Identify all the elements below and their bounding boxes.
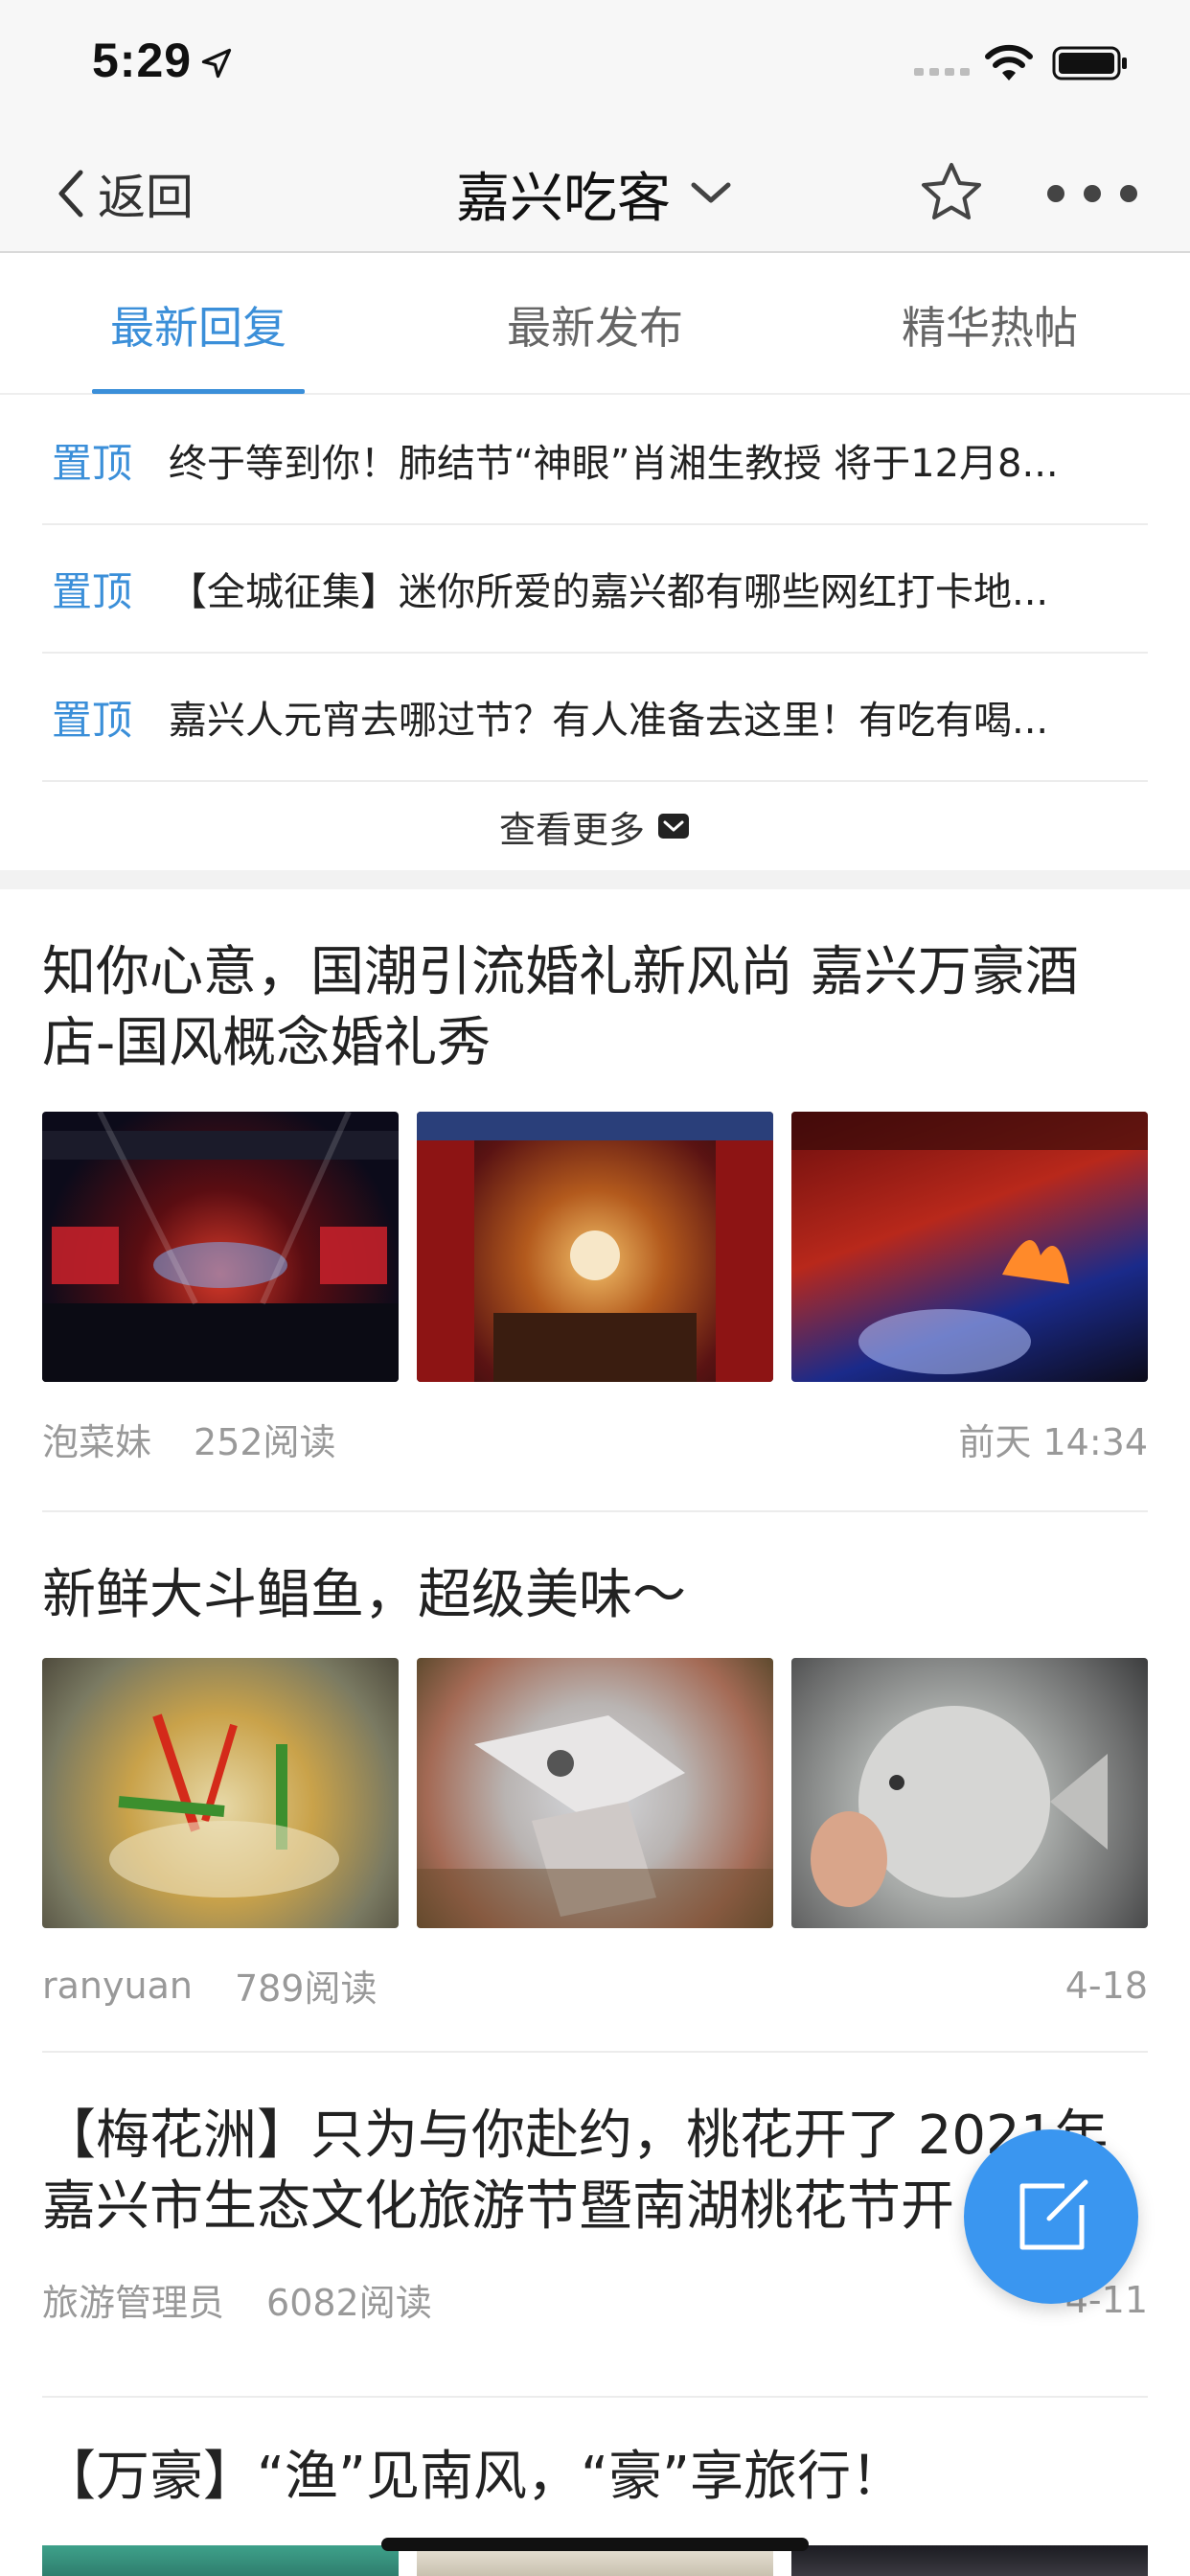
nav-bar: 返回 嘉兴吃客: [0, 134, 1190, 253]
post-divider: [42, 2396, 1148, 2398]
forum-title-dropdown[interactable]: 嘉兴吃客: [0, 155, 1190, 232]
post-divider: [42, 1510, 1148, 1512]
status-time: 5:29: [92, 34, 193, 87]
post-title: 知你心意，国潮引流婚礼新风尚 嘉兴万豪酒店-国风概念婚礼秀: [42, 941, 1079, 1074]
tab-latest-post[interactable]: 最新发布: [435, 255, 755, 395]
post-image[interactable]: [791, 1658, 1148, 1928]
tab-bar: 最新回复 最新发布 精华热帖: [0, 255, 1190, 395]
status-bar: 5:29: [0, 0, 1190, 134]
post-title: 新鲜大斗鲳鱼，超级美味～: [42, 1564, 686, 1626]
post-image[interactable]: [42, 2545, 399, 2576]
post-images: [42, 1658, 1148, 1928]
see-more-button[interactable]: 查看更多: [0, 782, 1190, 870]
post-date: 前天 14:34: [958, 1421, 1148, 1463]
post-image[interactable]: [791, 2545, 1148, 2576]
compose-icon: [1019, 2179, 1088, 2250]
mail-icon: [658, 814, 689, 839]
compose-button[interactable]: [964, 2129, 1138, 2304]
location-arrow-icon: [201, 48, 232, 79]
post-card[interactable]: 【万豪】“渔”见南风，“豪”享旅行！: [42, 2442, 1148, 2513]
active-tab-indicator: [92, 389, 305, 394]
tab-featured[interactable]: 精华热帖: [830, 255, 1150, 395]
post-reads: 252阅读: [194, 1421, 336, 1463]
post-images: [42, 1112, 1148, 1382]
post-divider: [42, 2051, 1148, 2053]
section-divider: [0, 870, 1190, 889]
pinned-item[interactable]: 置顶 终于等到你！肺结节“神眼”肖湘生教授 将于12月8...: [42, 397, 1148, 525]
wifi-icon: [985, 44, 1033, 80]
post-image[interactable]: [42, 1658, 399, 1928]
chevron-down-icon: [691, 182, 731, 203]
post-reads: 789阅读: [234, 1967, 378, 2010]
post-date: 4-18: [1064, 1964, 1148, 2007]
page-title: 嘉兴吃客: [456, 167, 671, 230]
pinned-tag: 置顶: [52, 567, 133, 615]
post-author[interactable]: ranyuan: [42, 1965, 193, 2007]
pinned-tag: 置顶: [52, 439, 133, 487]
more-dots-icon[interactable]: [1035, 176, 1150, 211]
post-meta: ranyuan 789阅读 4-18: [42, 1959, 1148, 2012]
pinned-title: 【全城征集】迷你所爱的嘉兴都有哪些网红打卡地...: [169, 570, 1049, 614]
pinned-item[interactable]: 置顶 嘉兴人元宵去哪过节？有人准备去这里！有吃有喝...: [42, 654, 1148, 782]
post-title: 【万豪】“渔”见南风，“豪”享旅行！: [42, 2446, 905, 2508]
pinned-title: 嘉兴人元宵去哪过节？有人准备去这里！有吃有喝...: [169, 699, 1049, 743]
post-meta: 泡菜妹 252阅读 前天 14:34: [42, 1413, 1148, 1465]
home-indicator: [381, 2538, 809, 2551]
pinned-tag: 置顶: [52, 696, 133, 744]
see-more-label: 查看更多: [498, 808, 645, 851]
tab-latest-reply[interactable]: 最新回复: [38, 255, 358, 395]
post-image[interactable]: [791, 1112, 1148, 1382]
post-author[interactable]: 旅游管理员: [42, 2273, 224, 2326]
star-icon[interactable]: [918, 159, 985, 226]
pinned-item[interactable]: 置顶 【全城征集】迷你所爱的嘉兴都有哪些网红打卡地...: [42, 525, 1148, 654]
post-card[interactable]: 新鲜大斗鲳鱼，超级美味～ ranyuan 789阅读 4-18: [42, 1560, 1148, 2012]
post-meta: 旅游管理员 6082阅读 4-11: [42, 2273, 1148, 2326]
pinned-title: 终于等到你！肺结节“神眼”肖湘生教授 将于12月8...: [169, 442, 1059, 486]
post-image[interactable]: [42, 1112, 399, 1382]
battery-icon: [1052, 46, 1127, 80]
post-card[interactable]: 知你心意，国潮引流婚礼新风尚 嘉兴万豪酒店-国风概念婚礼秀 泡菜妹 252阅读 …: [42, 937, 1148, 1465]
post-image[interactable]: [417, 1112, 773, 1382]
post-reads: 6082阅读: [266, 2282, 432, 2324]
post-image[interactable]: [417, 1658, 773, 1928]
post-author[interactable]: 泡菜妹: [42, 1413, 151, 1465]
signal-icon: [914, 68, 970, 76]
